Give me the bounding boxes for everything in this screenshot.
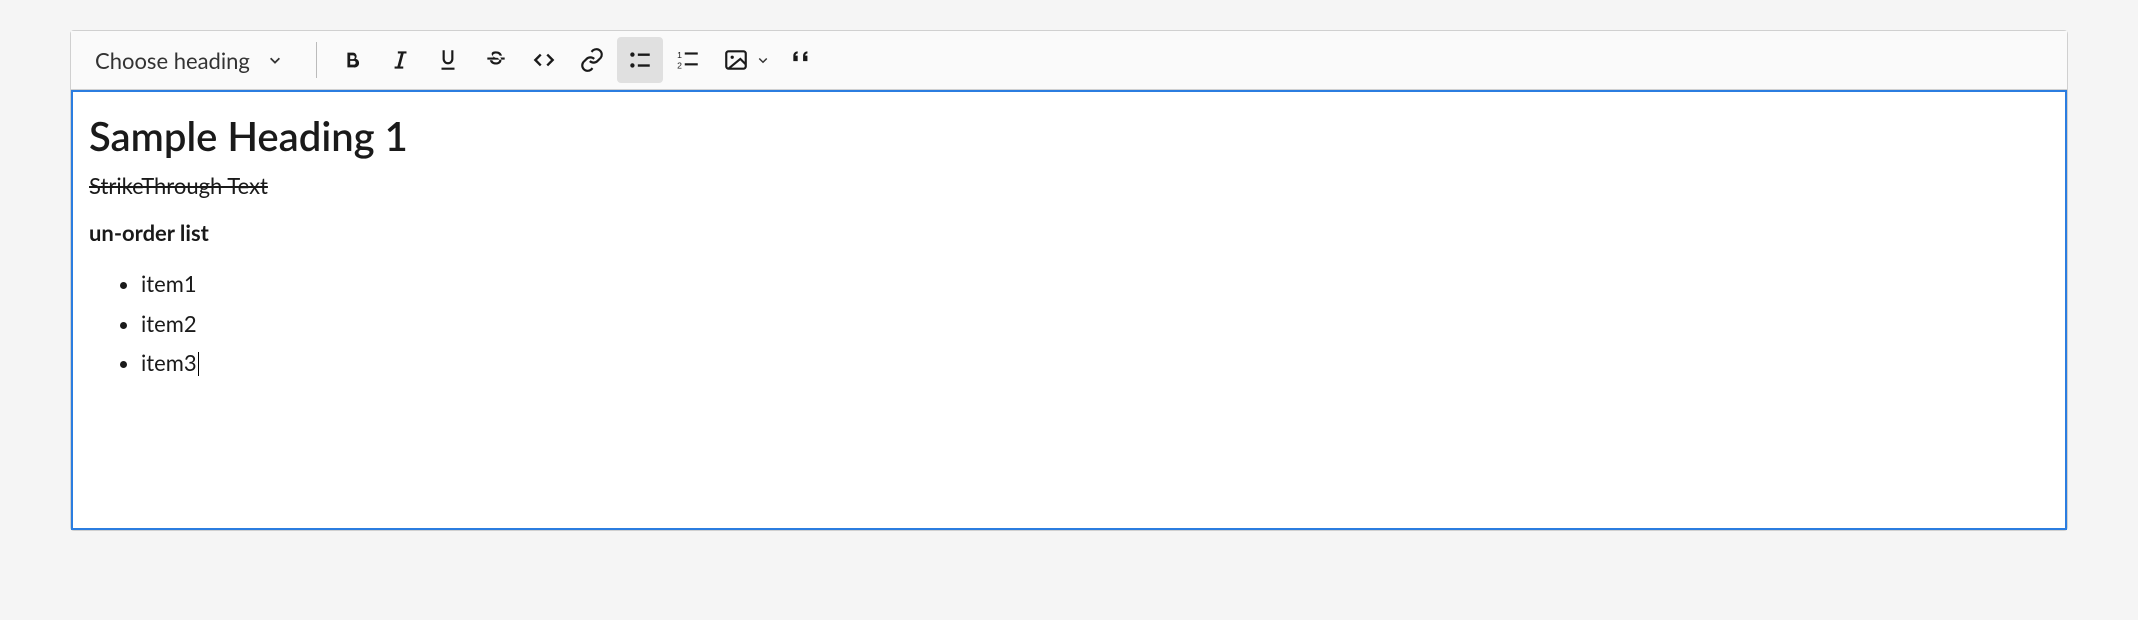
image-icon: [723, 47, 749, 73]
underline-button[interactable]: [425, 37, 471, 83]
content-heading: Sample Heading 1: [89, 112, 2049, 160]
code-icon: [531, 47, 557, 73]
svg-text:1: 1: [677, 50, 682, 60]
unordered-list: item1 item2 item3: [89, 264, 2049, 383]
bold-paragraph: un-order list: [89, 219, 2049, 246]
list-item: item2: [141, 304, 2049, 344]
italic-button[interactable]: [377, 37, 423, 83]
code-button[interactable]: [521, 37, 567, 83]
heading-selector-label: Choose heading: [95, 47, 250, 74]
bullet-list-button[interactable]: [617, 37, 663, 83]
bold-icon: [341, 49, 363, 71]
bold-button[interactable]: [329, 37, 375, 83]
numbered-list-button[interactable]: 1 2: [665, 37, 711, 83]
image-insert-group: [713, 37, 777, 83]
italic-icon: [387, 47, 413, 73]
editor-toolbar: Choose heading: [71, 31, 2067, 90]
bullet-list-icon: [627, 47, 653, 73]
strikethrough-button[interactable]: [473, 37, 519, 83]
list-item: item1: [141, 264, 2049, 304]
strikethrough-icon: [483, 47, 509, 73]
blockquote-button[interactable]: [779, 37, 825, 83]
svg-text:2: 2: [677, 61, 682, 71]
blockquote-icon: [789, 47, 815, 73]
chevron-down-icon: [268, 53, 282, 67]
toolbar-separator: [316, 42, 317, 78]
underline-icon: [435, 47, 461, 73]
image-button[interactable]: [713, 37, 759, 83]
heading-selector[interactable]: Choose heading: [81, 39, 296, 82]
editor-content-area[interactable]: Sample Heading 1 StrikeThrough Text un-o…: [71, 90, 2067, 530]
numbered-list-icon: 1 2: [675, 47, 701, 73]
text-cursor: [198, 352, 199, 376]
strikethrough-paragraph: StrikeThrough Text: [89, 172, 2049, 199]
link-icon: [579, 47, 605, 73]
rich-text-editor: Choose heading: [70, 30, 2068, 531]
link-button[interactable]: [569, 37, 615, 83]
chevron-down-icon[interactable]: [757, 54, 769, 66]
list-item: item3: [141, 343, 2049, 383]
